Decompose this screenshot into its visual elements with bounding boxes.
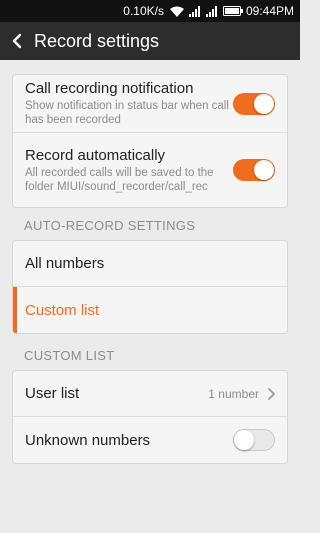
- wifi-icon: [169, 6, 184, 17]
- clock: 09:44PM: [245, 4, 294, 18]
- record-automatically-row[interactable]: Record automatically All recorded calls …: [13, 133, 287, 207]
- auto-record-section-header: AUTO-RECORD SETTINGS: [24, 218, 196, 233]
- setting-label: Record automatically: [25, 146, 166, 164]
- battery-icon: [222, 6, 243, 16]
- toggle-knob: [254, 93, 274, 114]
- signal-icon-secondary: [205, 5, 218, 17]
- unknown-numbers-toggle[interactable]: [233, 429, 275, 451]
- auto-record-card: All numbers Custom list: [12, 240, 288, 334]
- row-text: Record automatically All recorded calls …: [25, 147, 233, 194]
- user-list-label: User list: [25, 385, 80, 402]
- unknown-numbers-label: Unknown numbers: [25, 431, 151, 449]
- chevron-right-icon: [267, 387, 275, 400]
- network-speed: 0.10K/s: [123, 4, 164, 18]
- page-title: Record settings: [34, 30, 160, 51]
- user-list-count: 1 number: [208, 386, 259, 401]
- toggle-knob: [254, 160, 274, 180]
- recording-settings-card: Call recording notification Show notific…: [12, 74, 288, 208]
- option-all-numbers[interactable]: All numbers: [13, 241, 287, 287]
- toggle-knob: [234, 430, 254, 450]
- option-label: All numbers: [25, 255, 105, 272]
- unknown-numbers-row[interactable]: Unknown numbers: [13, 417, 287, 463]
- setting-description: All recorded calls will be saved to the …: [25, 166, 214, 193]
- status-bar: 0.10K/s 09:44PM: [0, 0, 300, 22]
- custom-list-section-header: CUSTOM LIST: [24, 348, 115, 363]
- user-list-row[interactable]: User list 1 number: [13, 371, 287, 417]
- call-recording-notification-toggle[interactable]: [233, 92, 275, 115]
- row-text: Call recording notification Show notific…: [25, 80, 233, 127]
- title-bar: Record settings: [0, 22, 300, 60]
- setting-label: Call recording notification: [25, 80, 194, 97]
- custom-list-card: User list 1 number Unknown numbers: [12, 370, 288, 464]
- call-recording-notification-row[interactable]: Call recording notification Show notific…: [13, 75, 287, 133]
- back-arrow-icon[interactable]: [0, 22, 34, 60]
- option-label: Custom list: [25, 301, 100, 319]
- signal-icon: [188, 5, 201, 17]
- selected-indicator: [13, 287, 17, 333]
- setting-description: Show notification in status bar when cal…: [25, 100, 229, 126]
- option-custom-list[interactable]: Custom list: [13, 287, 287, 333]
- record-automatically-toggle[interactable]: [233, 159, 275, 181]
